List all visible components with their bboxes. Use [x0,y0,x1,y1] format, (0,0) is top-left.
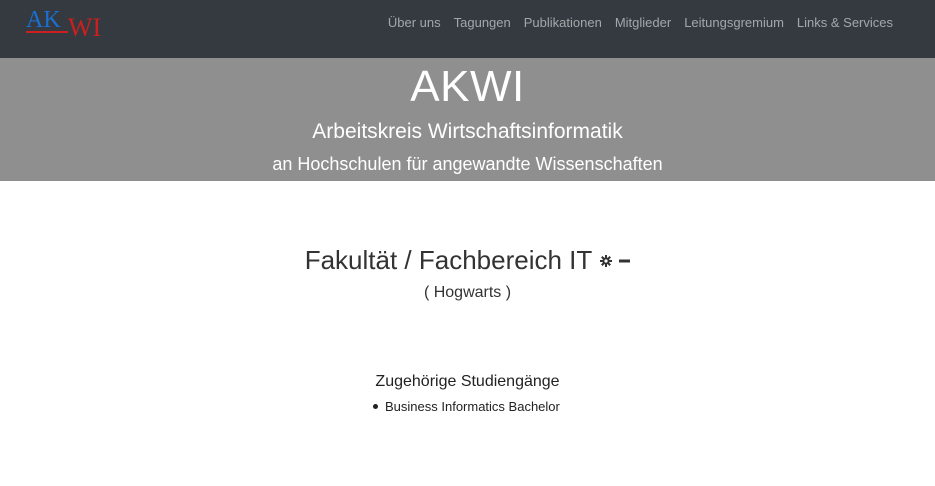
main-content: Fakultät / Fachbereich IT ( Hogwarts ) Z… [0,181,935,486]
list-item[interactable]: Business Informatics Bachelor [373,399,560,414]
nav-link-ueber-uns[interactable]: Über uns [388,15,441,30]
logo-wi-text: WI [68,13,101,40]
logo-ak-text: AK [26,7,61,33]
nav-link-publikationen[interactable]: Publikationen [524,15,602,30]
navbar: AK WI Über uns Tagungen Publikationen Mi… [0,0,935,58]
faculty-title: Fakultät / Fachbereich IT [304,245,593,275]
programs-list: Business Informatics Bachelor [373,399,560,414]
nav-link-mitglieder[interactable]: Mitglieder [615,15,671,30]
nav-link-links-services[interactable]: Links & Services [797,15,893,30]
bullet-icon [373,404,378,409]
akwi-logo[interactable]: AK WI [26,6,108,40]
faculty-heading: Fakultät / Fachbereich IT [0,245,935,276]
hero-title: AKWI [410,62,525,111]
minus-icon[interactable] [619,259,631,263]
program-name: Business Informatics Bachelor [385,399,560,414]
hero-banner: AKWI Arbeitskreis Wirtschaftsinformatik … [0,58,935,181]
main-nav: Über uns Tagungen Publikationen Mitglied… [388,15,893,30]
faculty-institution: ( Hogwarts ) [423,284,512,301]
nav-link-leitungsgremium[interactable]: Leitungsgremium [684,15,784,30]
hero-subtitle-2: an Hochschulen für angewandte Wissenscha… [272,154,663,174]
hero-subtitle: Arbeitskreis Wirtschaftsinformatik [312,120,623,143]
programs-heading: Zugehörige Studiengänge [375,373,560,390]
nav-link-tagungen[interactable]: Tagungen [454,15,511,30]
gear-icon[interactable] [600,254,613,267]
